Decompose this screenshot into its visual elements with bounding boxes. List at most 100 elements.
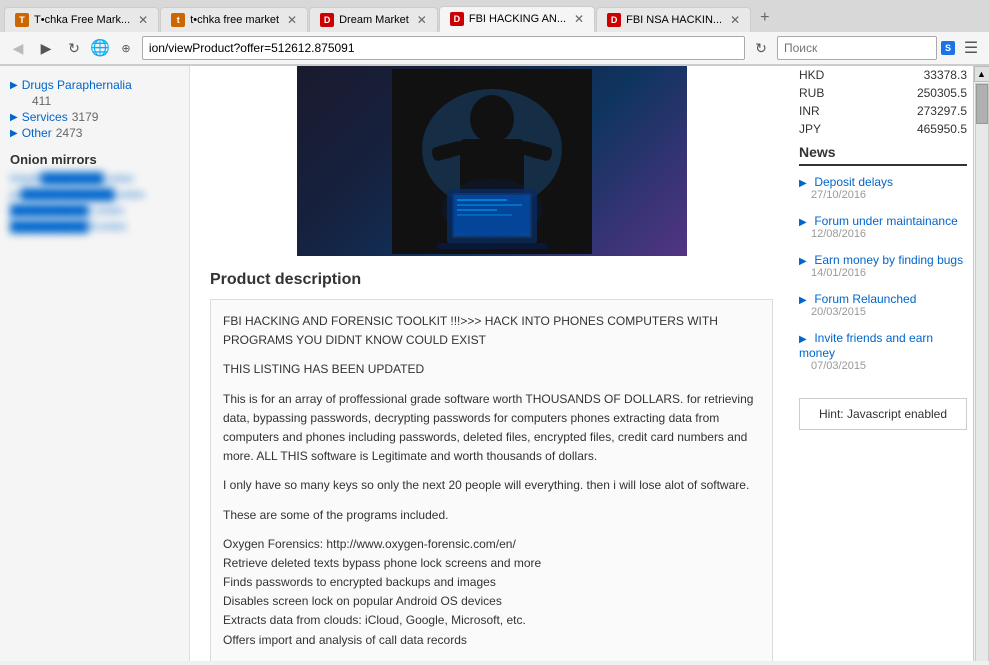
currency-code: INR <box>793 102 861 120</box>
search-input[interactable] <box>777 36 937 60</box>
desc-para-3: This is for an array of proffessional gr… <box>223 390 760 467</box>
tab2-favicon: t <box>171 13 185 27</box>
search-engine-icon: S <box>941 41 955 55</box>
category-drugs[interactable]: ▶ Drugs Paraphernalia <box>10 78 179 92</box>
right-panel: HKD33378.3RUB250305.5INR273297.5JPY46595… <box>793 66 973 661</box>
onion-link-1[interactable]: lchydif████████.onion <box>0 171 189 187</box>
tab-bar: T T•chka Free Mark... ✕ t t•chka free ma… <box>0 0 989 32</box>
new-tab-button[interactable]: + <box>752 4 777 32</box>
sidebar: ▶ Drugs Paraphernalia 411 ▶ Services 317… <box>0 66 190 661</box>
news-item: ▶ Forum under maintainance 12/08/2016 <box>799 213 967 240</box>
news-title[interactable]: Earn money by finding bugs <box>814 253 963 267</box>
onion-link-4[interactable]: ██████████3l.onion <box>0 219 189 235</box>
services-link[interactable]: Services <box>22 110 68 124</box>
news-bullet: ▶ <box>799 334 807 345</box>
tab1-favicon: T <box>15 13 29 27</box>
news-date: 12/08/2016 <box>811 228 967 240</box>
currency-row: JPY465950.5 <box>793 120 973 138</box>
news-item: ▶ Deposit delays 27/10/2016 <box>799 174 967 201</box>
onion-link-3[interactable]: ██████████2.onion <box>0 203 189 219</box>
news-bullet: ▶ <box>799 178 807 189</box>
tab1-title: T•chka Free Mark... <box>34 14 130 26</box>
tab-4[interactable]: D FBI HACKING AN... ✕ <box>439 6 595 32</box>
news-title[interactable]: Invite friends and earn money <box>799 331 933 360</box>
tab2-close[interactable]: ✕ <box>287 13 297 27</box>
news-date: 20/03/2015 <box>811 306 967 318</box>
tab5-close[interactable]: ✕ <box>730 13 740 27</box>
category-services[interactable]: ▶ Services 3179 <box>10 110 179 124</box>
refresh-button[interactable]: ↻ <box>749 36 773 60</box>
news-item: ▶ Earn money by finding bugs 14/01/2016 <box>799 252 967 279</box>
news-item: ▶ Invite friends and earn money 07/03/20… <box>799 330 967 372</box>
onion-mirrors-heading: Onion mirrors <box>0 144 189 171</box>
home-button[interactable]: ⊕ <box>114 36 138 60</box>
other-count: 2473 <box>56 126 83 140</box>
scrollbar-thumb[interactable] <box>976 84 988 124</box>
currency-row: INR273297.5 <box>793 102 973 120</box>
main-content: Product description FBI HACKING AND FORE… <box>190 66 989 661</box>
product-area: Product description FBI HACKING AND FORE… <box>190 66 793 661</box>
currency-code: HKD <box>793 66 861 84</box>
tab3-title: Dream Market <box>339 14 409 26</box>
news-title[interactable]: Deposit delays <box>814 175 893 189</box>
main-inner: Product description FBI HACKING AND FORE… <box>190 66 989 661</box>
news-date: 07/03/2015 <box>811 360 967 372</box>
tab-1[interactable]: T T•chka Free Mark... ✕ <box>4 7 159 32</box>
news-section: News ▶ Deposit delays 27/10/2016 ▶ Forum… <box>793 138 973 390</box>
desc-para-5: These are some of the programs included. <box>223 506 760 525</box>
currency-row: HKD33378.3 <box>793 66 973 84</box>
news-title[interactable]: Forum under maintainance <box>814 214 957 228</box>
currency-row: RUB250305.5 <box>793 84 973 102</box>
other-link[interactable]: Other <box>22 126 52 140</box>
currency-value: 250305.5 <box>861 84 973 102</box>
arrow-icon: ▶ <box>10 80 18 91</box>
nav-bar: ◀ ▶ ↻ 🌐 ⊕ ↻ S ☰ <box>0 32 989 65</box>
back-button[interactable]: ◀ <box>6 36 30 60</box>
forward-button[interactable]: ▶ <box>34 36 58 60</box>
desc-para-6: Oxygen Forensics: http://www.oxygen-fore… <box>223 535 760 650</box>
product-description-box: FBI HACKING AND FORENSIC TOOLKIT !!!>>> … <box>210 299 773 661</box>
news-heading: News <box>799 144 967 166</box>
desc-para-2: THIS LISTING HAS BEEN UPDATED <box>223 360 760 379</box>
drugs-link[interactable]: Drugs Paraphernalia <box>22 78 132 92</box>
tab2-title: t•chka free market <box>190 14 279 26</box>
tab3-favicon: D <box>320 13 334 27</box>
currency-value: 273297.5 <box>861 102 973 120</box>
tab3-close[interactable]: ✕ <box>417 13 427 27</box>
news-bullet: ▶ <box>799 256 807 267</box>
scrollbar-up-button[interactable]: ▲ <box>974 66 989 82</box>
news-date: 27/10/2016 <box>811 189 967 201</box>
desc-para-4: I only have so many keys so only the nex… <box>223 476 760 495</box>
currency-code: RUB <box>793 84 861 102</box>
news-date: 14/01/2016 <box>811 267 967 279</box>
sidebar-categories: ▶ Drugs Paraphernalia 411 ▶ Services 317… <box>0 74 189 144</box>
arrow-icon-3: ▶ <box>10 128 18 139</box>
tab5-title: FBI NSA HACKIN... <box>626 14 722 26</box>
menu-button[interactable]: ☰ <box>959 36 983 60</box>
hint-box: Hint: Javascript enabled <box>799 398 967 430</box>
currency-table: HKD33378.3RUB250305.5INR273297.5JPY46595… <box>793 66 973 138</box>
category-other[interactable]: ▶ Other 2473 <box>10 126 179 140</box>
product-image-container <box>200 66 783 256</box>
address-bar[interactable] <box>142 36 745 60</box>
tab-5[interactable]: D FBI NSA HACKIN... ✕ <box>596 7 751 32</box>
tab5-favicon: D <box>607 13 621 27</box>
tab-3[interactable]: D Dream Market ✕ <box>309 7 438 32</box>
tab4-favicon: D <box>450 12 464 26</box>
product-image <box>297 66 687 256</box>
news-bullet: ▶ <box>799 217 807 228</box>
tab4-close[interactable]: ✕ <box>574 12 584 26</box>
news-items: ▶ Deposit delays 27/10/2016 ▶ Forum unde… <box>799 174 967 372</box>
news-title[interactable]: Forum Relaunched <box>814 292 916 306</box>
page-content: ▶ Drugs Paraphernalia 411 ▶ Services 317… <box>0 66 989 661</box>
browser-chrome: T T•chka Free Mark... ✕ t t•chka free ma… <box>0 0 989 66</box>
services-count: 3179 <box>72 110 99 124</box>
product-description-title: Product description <box>210 271 783 289</box>
onion-link-2[interactable]: joi████████████.onion <box>0 187 189 203</box>
tab4-title: FBI HACKING AN... <box>469 13 566 25</box>
reload-button[interactable]: ↻ <box>62 36 86 60</box>
tab1-close[interactable]: ✕ <box>138 13 148 27</box>
tab-2[interactable]: t t•chka free market ✕ <box>160 7 308 32</box>
drugs-count: 411 <box>10 94 179 108</box>
scrollbar-track[interactable] <box>975 83 989 661</box>
